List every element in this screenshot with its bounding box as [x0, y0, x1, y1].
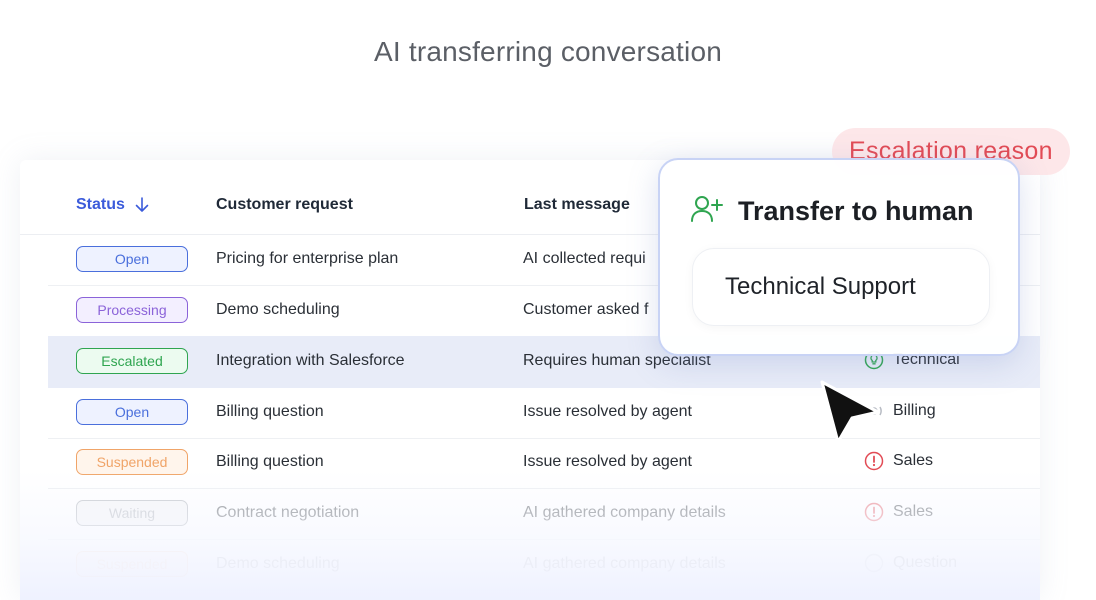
last-message-cell: Customer asked f — [523, 301, 649, 318]
mouse-pointer-icon — [816, 378, 888, 455]
status-badge[interactable]: Processing — [76, 297, 188, 323]
department-select[interactable]: Technical Support — [692, 248, 990, 326]
transfer-popup: Transfer to human Technical Support — [658, 158, 1020, 356]
table-row[interactable]: Suspended Demo scheduling AI gathered comp… — [48, 539, 1040, 591]
table-row[interactable]: Waiting Contract negotiation AI gathered c… — [48, 488, 1040, 540]
status-header-label: Status — [76, 196, 125, 213]
request-column-header[interactable]: Customer request — [216, 196, 353, 214]
customer-request-cell: Billing question — [216, 403, 324, 420]
sort-arrow-down-icon[interactable] — [135, 197, 149, 213]
status-badge[interactable]: Escalated — [76, 348, 188, 374]
last-message-cell: AI collected requi — [523, 250, 646, 267]
question-icon — [864, 553, 884, 573]
popup-header: Transfer to human — [690, 194, 974, 229]
category-cell: Sales — [864, 502, 933, 522]
category-label: Billing — [893, 402, 936, 419]
category-label: Sales — [893, 452, 934, 469]
category-label: Sales — [893, 503, 934, 520]
status-badge[interactable]: Open — [76, 246, 188, 272]
last-message-cell: Issue resolved by agent — [523, 403, 692, 420]
last-message-column-header[interactable]: Last message — [524, 196, 630, 214]
status-badge[interactable]: Waiting — [76, 500, 188, 526]
customer-request-cell: Demo scheduling — [216, 555, 340, 572]
category-label: Question — [893, 554, 958, 571]
category-cell: Question — [864, 553, 957, 573]
customer-request-cell: Contract negotiation — [216, 504, 360, 521]
last-message-cell: AI gathered company details — [523, 504, 726, 521]
alert-icon — [864, 502, 884, 522]
status-badge[interactable]: Open — [76, 399, 188, 425]
customer-request-cell: Integration with Salesforce — [216, 352, 405, 369]
status-badge[interactable]: Suspended — [76, 551, 188, 577]
customer-request-cell: Billing question — [216, 453, 324, 470]
last-message-cell: AI gathered company details — [523, 555, 726, 572]
table-row[interactable]: Open Billing question Issue resolved by ag… — [48, 387, 1040, 439]
popup-title: Transfer to human — [738, 196, 974, 226]
add-user-icon — [690, 194, 724, 229]
table-row[interactable]: Suspended Billing question Issue resolved … — [48, 437, 1040, 489]
page-title: AI transferring conversation — [374, 36, 722, 67]
customer-request-cell: Demo scheduling — [216, 301, 340, 318]
status-column-header[interactable]: Status — [76, 196, 149, 214]
customer-request-cell: Pricing for enterprise plan — [216, 250, 399, 267]
status-badge[interactable]: Suspended — [76, 449, 188, 475]
last-message-cell: Issue resolved by agent — [523, 453, 692, 470]
